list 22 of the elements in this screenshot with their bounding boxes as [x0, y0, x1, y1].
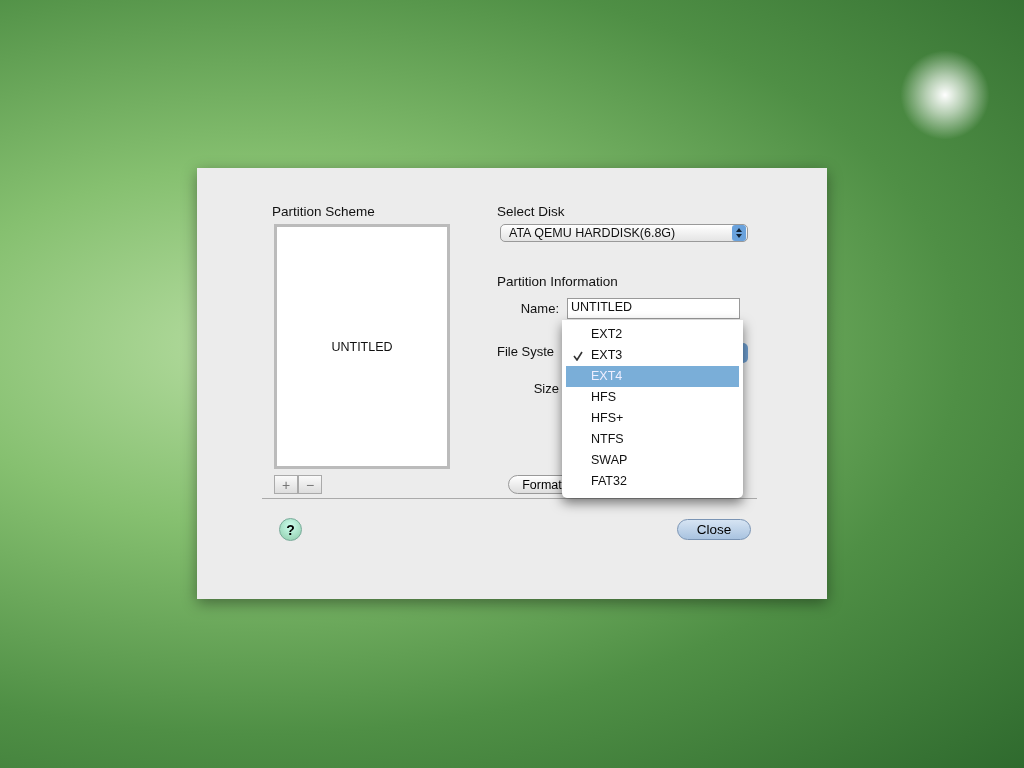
name-field[interactable]: UNTITLED — [567, 298, 740, 319]
add-button[interactable]: + — [274, 475, 298, 494]
help-button[interactable]: ? — [279, 518, 302, 541]
checkmark-icon — [573, 351, 583, 361]
field-label: Name: — [519, 301, 560, 316]
disk-value: ATA QEMU HARDDISK(6.8G) — [509, 226, 676, 240]
close-button[interactable]: Close — [677, 519, 751, 540]
menu-item[interactable]: NTFS — [566, 429, 739, 450]
remove-button[interactable]: − — [298, 475, 322, 494]
partition-item[interactable]: UNTITLED — [331, 339, 393, 354]
menu-item[interactable]: EXT2 — [566, 324, 739, 345]
field-label: Size — [532, 380, 560, 396]
disk-popup[interactable]: ATA QEMU HARDDISK(6.8G) — [500, 224, 748, 242]
menu-item[interactable]: SWAP — [566, 450, 739, 471]
section-label: Partition Scheme — [272, 204, 376, 220]
menu-item[interactable]: HFS+ — [566, 408, 739, 429]
section-label: Partition Information — [497, 274, 619, 290]
stepper-arrows-icon — [732, 225, 746, 241]
menu-item[interactable]: HFS — [566, 387, 739, 408]
field-label: File Syste — [497, 344, 555, 360]
menu-item[interactable]: EXT3 — [566, 345, 739, 366]
section-label: Select Disk — [497, 204, 566, 220]
